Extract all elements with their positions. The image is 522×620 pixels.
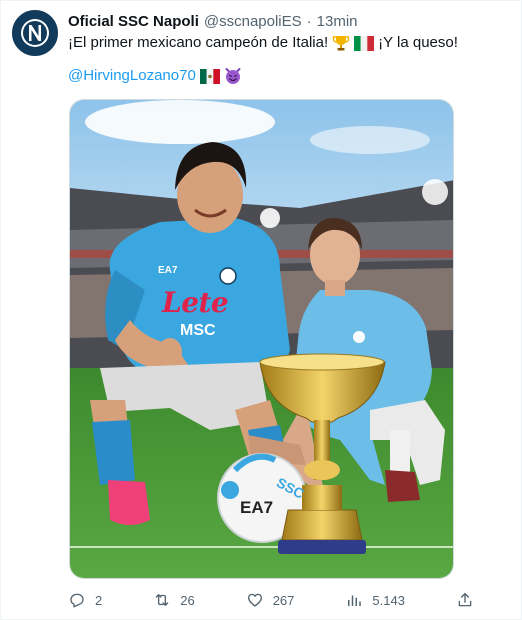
- heart-icon: [247, 593, 262, 607]
- views-count: 5.143: [372, 592, 405, 608]
- reply-button[interactable]: 2: [68, 591, 102, 609]
- tweet-text-part1: ¡El primer mexicano campeón de Italia!: [68, 34, 329, 51]
- retweet-button[interactable]: 26: [153, 591, 195, 609]
- views-chart-icon: [348, 595, 362, 606]
- views-button[interactable]: 5.143: [345, 591, 405, 609]
- avatar[interactable]: [12, 10, 58, 56]
- retweet-count: 26: [180, 592, 195, 608]
- tweet-text: ¡El primer mexicano campeón de Italia! ¡…: [68, 33, 510, 53]
- tweet-header: Oficial SSC Napoli @sscnapoliES · 13min: [68, 10, 510, 32]
- like-button[interactable]: 267: [246, 591, 295, 609]
- tweet-action-bar: 2 26 267 5.143: [68, 588, 474, 612]
- share-button[interactable]: [456, 591, 474, 609]
- reply-count: 2: [95, 592, 103, 608]
- share-icon: [458, 592, 472, 607]
- jersey-brand-text: EA7: [158, 265, 178, 276]
- trophy-icon: [332, 34, 350, 52]
- jersey-text: MSC: [180, 322, 216, 339]
- napoli-logo-icon: [16, 14, 54, 52]
- like-count: 267: [272, 592, 295, 608]
- header-separator: ·: [306, 12, 312, 30]
- flag-italy-icon: [354, 35, 375, 51]
- smiling-imp-icon: [224, 67, 242, 85]
- jersey-sponsor-text: Lete: [162, 286, 229, 319]
- reply-icon: [70, 593, 84, 608]
- retweet-icon: [155, 594, 169, 606]
- author-handle[interactable]: @sscnapoliES: [204, 13, 302, 30]
- tweet-text-part2: ¡Y la queso!: [378, 34, 458, 51]
- mention-line: @HirvingLozano70: [68, 66, 242, 86]
- mention-link[interactable]: @HirvingLozano70: [68, 66, 196, 86]
- tweet-timestamp[interactable]: 13min: [317, 13, 358, 30]
- flag-mexico-icon: [199, 68, 220, 84]
- ball-text: EA7: [240, 498, 274, 517]
- author-name[interactable]: Oficial SSC Napoli: [68, 13, 199, 30]
- tweet-media-image[interactable]: Lete MSC EA7 EA7 SSC: [69, 99, 454, 579]
